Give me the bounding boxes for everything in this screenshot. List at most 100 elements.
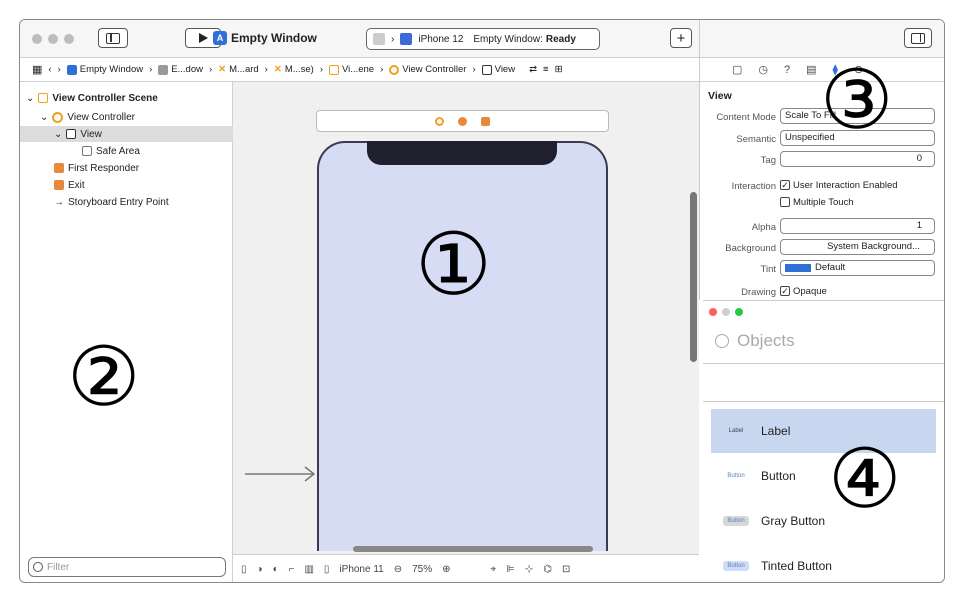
outline-exit[interactable]: Exit xyxy=(20,177,233,193)
first-responder-icon xyxy=(54,163,64,173)
activity-view[interactable]: › iPhone 12 Empty Window: Ready xyxy=(366,28,600,50)
alpha-label: Alpha xyxy=(751,222,776,233)
exit-icon[interactable] xyxy=(481,116,490,126)
crumb-storyboard-base[interactable]: ✕ M...se) xyxy=(274,64,314,75)
semantic-label: Semantic xyxy=(736,134,776,145)
grid-icon[interactable]: ▦ xyxy=(32,63,42,76)
crumb-label: E...dow xyxy=(171,64,203,75)
add-constraints-icon[interactable]: ⊹ xyxy=(525,564,533,575)
crumb-view[interactable]: View xyxy=(481,64,515,75)
scheme-title[interactable]: Empty Window xyxy=(231,31,317,45)
unchecked-box xyxy=(780,197,790,208)
filter-field[interactable]: Filter xyxy=(28,557,226,577)
plus-icon: + xyxy=(676,29,686,47)
crumb-view-controller[interactable]: View Controller xyxy=(389,64,466,75)
view-controller-icon[interactable] xyxy=(435,116,444,126)
device-name[interactable]: iPhone 12 xyxy=(418,34,463,45)
outline-label: First Responder xyxy=(68,162,140,174)
alpha-row: Alpha 1 xyxy=(700,218,944,236)
library-close-button[interactable] xyxy=(709,308,717,316)
library-item[interactable]: Button Button xyxy=(711,454,936,498)
filter-icon xyxy=(33,562,43,572)
document-outline: ⌄ View Controller Scene ⌄ View Controlle… xyxy=(20,82,233,582)
device-label[interactable]: iPhone 11 xyxy=(339,564,383,575)
resolve-issues-icon[interactable]: ⌬ xyxy=(543,564,552,575)
crumb-label: Empty Window xyxy=(79,64,144,75)
view-controller-icon xyxy=(52,111,64,123)
alpha-field[interactable]: 1 xyxy=(780,218,935,234)
checkmark-icon: ✓ xyxy=(780,180,790,191)
device-layout-icon[interactable]: ▥ xyxy=(304,564,313,575)
storyboard-icon: ✕ xyxy=(273,64,282,75)
library-item[interactable]: Button Gray Button xyxy=(711,499,936,543)
orientation-icon[interactable]: ⌐ xyxy=(289,564,295,575)
appearance-icon[interactable]: ◑ xyxy=(257,564,263,575)
inspector-toggle-button[interactable] xyxy=(904,28,932,48)
minimize-window-button[interactable] xyxy=(48,34,58,44)
outline-view[interactable]: ⌄ View xyxy=(20,126,233,142)
tag-label: Tag xyxy=(760,155,776,166)
interaction-label: Interaction xyxy=(731,181,776,192)
crumb-storyboard[interactable]: ✕ M...ard xyxy=(218,64,259,75)
view-controller-view[interactable] xyxy=(317,141,608,551)
item-name: Label xyxy=(761,424,791,438)
item-thumbnail: Button xyxy=(723,516,749,526)
align-icon[interactable]: ⊫ xyxy=(506,564,515,575)
storyboard-icon: ✕ xyxy=(218,64,227,75)
outline-first-responder[interactable]: First Responder xyxy=(20,160,233,176)
identity-inspector-icon[interactable]: ▤ xyxy=(806,63,816,76)
outline-safe-area[interactable]: Safe Area xyxy=(20,143,233,159)
library-minimize-button[interactable] xyxy=(722,308,730,316)
first-responder-icon[interactable] xyxy=(458,116,467,126)
library-item[interactable]: Label Label xyxy=(711,409,936,453)
user-interaction-checkbox[interactable]: ✓ User Interaction Enabled xyxy=(780,180,898,191)
outline-view-controller[interactable]: ⌄ View Controller xyxy=(20,109,233,125)
project-icon xyxy=(66,64,77,75)
library-button[interactable]: + xyxy=(670,28,692,48)
zoom-window-button[interactable] xyxy=(64,34,74,44)
background-select[interactable]: System Background... xyxy=(780,239,935,255)
tag-field[interactable]: 0 xyxy=(780,151,935,167)
history-inspector-icon[interactable]: ◷ xyxy=(758,63,768,76)
crumb-folder[interactable]: E...dow xyxy=(158,64,203,75)
opaque-checkbox[interactable]: ✓ Opaque xyxy=(780,286,827,297)
embed-icon[interactable]: ⊡ xyxy=(562,564,570,575)
back-icon[interactable]: ‹ xyxy=(48,64,51,75)
storyboard-canvas[interactable]: ① ▯ ◑ ◐ ⌐ ▥ ▯ iPhone 11 ⊖ 75% ⊕ ⌖ ⊫ ⊹ ⌬ … xyxy=(233,82,699,582)
file-inspector-icon[interactable]: ▢ xyxy=(732,63,742,76)
zoom-out-icon[interactable]: ⊖ xyxy=(394,564,402,575)
library-search[interactable]: Objects xyxy=(715,331,795,351)
swap-icon[interactable]: ⇄ xyxy=(529,64,537,75)
library-search-placeholder: Objects xyxy=(737,331,795,350)
help-inspector-icon[interactable]: ? xyxy=(784,64,790,76)
phone-icon[interactable]: ▯ xyxy=(324,564,330,575)
attributes-inspector: ▢ ◷ ? ▤ ⧫ ⊖ View Content Mode Scale To F… xyxy=(699,20,944,301)
forward-icon[interactable]: › xyxy=(58,64,61,75)
navigator-toggle-button[interactable] xyxy=(98,28,128,48)
library-zoom-button[interactable] xyxy=(735,308,743,316)
drawing-row: Drawing ✓ Opaque xyxy=(700,283,944,301)
entry-point-arrow-icon[interactable] xyxy=(245,462,317,486)
add-editor-icon[interactable]: ⊞ xyxy=(555,64,563,75)
crumb-scene[interactable]: Vi...ene xyxy=(329,64,374,75)
dark-mode-icon[interactable]: ◐ xyxy=(273,564,279,575)
inspector-header: View xyxy=(708,90,732,102)
scene-dock xyxy=(316,110,609,132)
vertical-scrollbar[interactable] xyxy=(690,192,697,362)
lines-icon[interactable]: ≡ xyxy=(543,64,549,75)
library-item[interactable]: Button Tinted Button xyxy=(711,544,936,582)
zoom-in-icon[interactable]: ⊕ xyxy=(442,564,450,575)
outline-entry-point[interactable]: → Storyboard Entry Point xyxy=(20,194,233,210)
status-prefix: Empty Window: xyxy=(473,33,543,45)
chevron-down-icon: ⌄ xyxy=(26,92,35,104)
horizontal-scrollbar[interactable] xyxy=(353,546,593,552)
tint-select[interactable]: Default xyxy=(780,260,935,276)
outline-toggle-icon[interactable]: ▯ xyxy=(241,564,247,575)
outline-scene[interactable]: ⌄ View Controller Scene xyxy=(20,90,233,106)
multiple-touch-checkbox[interactable]: Multiple Touch xyxy=(780,197,854,208)
close-window-button[interactable] xyxy=(32,34,42,44)
divider xyxy=(703,363,944,364)
crumb-project[interactable]: Empty Window xyxy=(66,64,144,75)
sidebar-right-icon xyxy=(911,32,925,44)
update-frames-icon[interactable]: ⌖ xyxy=(491,564,497,575)
